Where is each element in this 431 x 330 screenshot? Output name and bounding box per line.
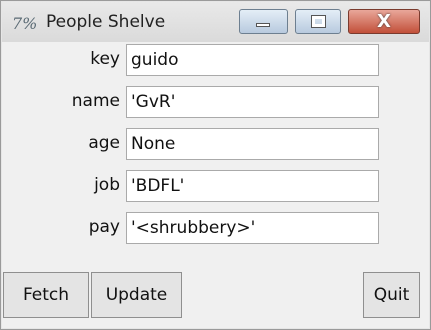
minimize-button[interactable] <box>239 9 288 34</box>
field-label-name: name <box>71 91 120 111</box>
minimize-icon <box>256 23 270 27</box>
field-label-age: age <box>88 133 120 153</box>
maximize-icon <box>311 15 326 28</box>
quit-button[interactable]: Quit <box>363 272 420 318</box>
pay-input[interactable] <box>126 212 379 244</box>
record-form: key name age job pay <box>2 42 429 262</box>
update-button[interactable]: Update <box>91 272 182 318</box>
field-row-key: key <box>2 44 429 77</box>
job-input[interactable] <box>126 170 379 202</box>
close-button[interactable]: X <box>348 9 420 34</box>
field-label-job: job <box>94 175 120 195</box>
age-input[interactable] <box>126 128 379 160</box>
field-row-job: job <box>2 170 429 203</box>
field-label-pay: pay <box>88 217 120 237</box>
field-row-pay: pay <box>2 212 429 245</box>
app-window: 7% People Shelve X key name age job <box>0 0 431 330</box>
field-row-name: name <box>2 86 429 119</box>
field-row-age: age <box>2 128 429 161</box>
close-icon: X <box>377 11 391 32</box>
window-title: People Shelve <box>46 12 166 32</box>
name-input[interactable] <box>126 86 379 118</box>
fetch-button[interactable]: Fetch <box>3 272 89 318</box>
button-bar: Fetch Update Quit <box>2 262 429 328</box>
field-label-key: key <box>90 49 120 69</box>
maximize-button[interactable] <box>295 9 341 34</box>
key-input[interactable] <box>126 44 379 76</box>
title-bar[interactable]: 7% People Shelve X <box>2 2 429 42</box>
tk-feather-icon: 7% <box>12 14 38 33</box>
